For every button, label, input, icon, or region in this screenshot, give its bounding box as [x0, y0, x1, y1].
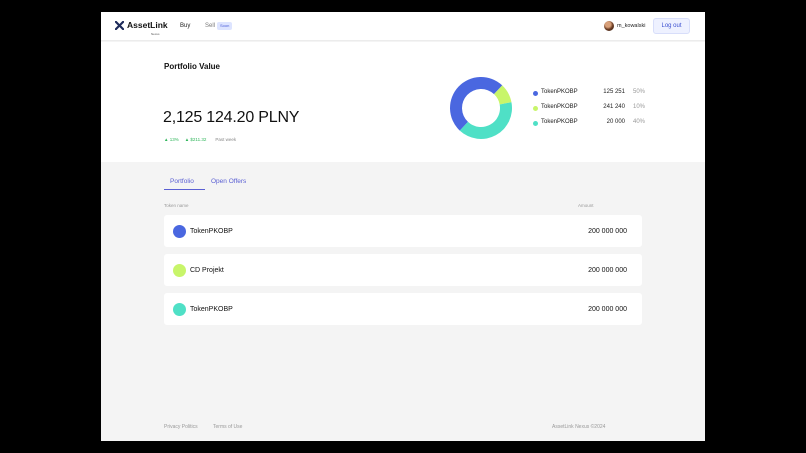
avatar[interactable] [604, 21, 614, 31]
legend-item: TokenPKOBP 241 240 10% [533, 104, 645, 119]
portfolio-change: ▲ 13% ▲ $211.32 Past week [164, 137, 236, 142]
column-header-token-name: Token name [164, 203, 189, 208]
username[interactable]: m_kowalski [617, 23, 645, 29]
app-window: AssetLink Nexus Buy Sell Soon m_kowalski… [101, 12, 705, 441]
allocation-donut-chart [450, 77, 512, 139]
top-header: AssetLink Nexus Buy Sell Soon m_kowalski… [101, 12, 705, 41]
soon-badge: Soon [217, 22, 233, 30]
portfolio-summary: Portfolio Value 2,125 124.20 PLNY ▲ 13% … [101, 42, 705, 162]
token-color-icon [173, 264, 186, 277]
token-amount: 200 000 000 [588, 267, 627, 274]
legend-dot-icon [533, 121, 538, 126]
token-name: CD Projekt [190, 267, 224, 274]
tab-open-offers[interactable]: Open Offers [211, 178, 246, 185]
nav-buy[interactable]: Buy [180, 23, 190, 29]
legend-value: 241 240 [603, 104, 625, 110]
legend-dot-icon [533, 106, 538, 111]
column-header-amount: Amount [578, 203, 594, 208]
logo[interactable]: AssetLink Nexus [115, 20, 168, 36]
token-amount: 200 000 000 [588, 306, 627, 313]
footer-privacy-link[interactable]: Privacy Politics [164, 424, 198, 430]
footer-copyright: AssetLink Nexus ©2024 [552, 424, 606, 430]
table-row[interactable]: TokenPKOBP 200 000 000 [164, 293, 642, 325]
table-row[interactable]: TokenPKOBP 200 000 000 [164, 215, 642, 247]
change-period: Past week [215, 137, 237, 142]
chart-legend: TokenPKOBP 125 251 50% TokenPKOBP 241 240 10%… [533, 89, 645, 134]
legend-value: 20 000 [606, 119, 625, 125]
footer-terms-link[interactable]: Terms of Use [213, 424, 242, 430]
legend-value: 125 251 [603, 89, 625, 95]
nav-sell[interactable]: Sell [205, 23, 215, 29]
portfolio-value-title: Portfolio Value [164, 62, 221, 71]
token-name: TokenPKOBP [190, 306, 233, 313]
token-color-icon [173, 225, 186, 238]
token-color-icon [173, 303, 186, 316]
tab-portfolio[interactable]: Portfolio [170, 178, 194, 185]
change-percent: ▲ 13% [164, 137, 179, 142]
portfolio-value-amount: 2,125 124.20 PLNY [163, 109, 300, 126]
donut-slice [459, 102, 512, 139]
legend-percent: 40% [632, 119, 645, 125]
active-tab-indicator [164, 189, 205, 190]
legend-item: TokenPKOBP 125 251 50% [533, 89, 645, 104]
legend-label: TokenPKOBP [541, 89, 578, 95]
legend-label: TokenPKOBP [541, 104, 578, 110]
token-amount: 200 000 000 [588, 228, 627, 235]
logout-button[interactable]: Log out [653, 18, 690, 34]
logo-text: AssetLink Nexus [127, 20, 168, 36]
token-name: TokenPKOBP [190, 228, 233, 235]
legend-item: TokenPKOBP 20 000 40% [533, 119, 645, 134]
table-row[interactable]: CD Projekt 200 000 000 [164, 254, 642, 286]
change-value: ▲ $211.32 [184, 137, 207, 142]
legend-percent: 10% [632, 104, 645, 110]
logo-title: AssetLink [127, 20, 168, 30]
legend-label: TokenPKOBP [541, 119, 578, 125]
legend-percent: 50% [632, 89, 645, 95]
logo-subtitle: Nexus [151, 32, 160, 36]
legend-dot-icon [533, 91, 538, 96]
logo-icon [115, 21, 124, 30]
